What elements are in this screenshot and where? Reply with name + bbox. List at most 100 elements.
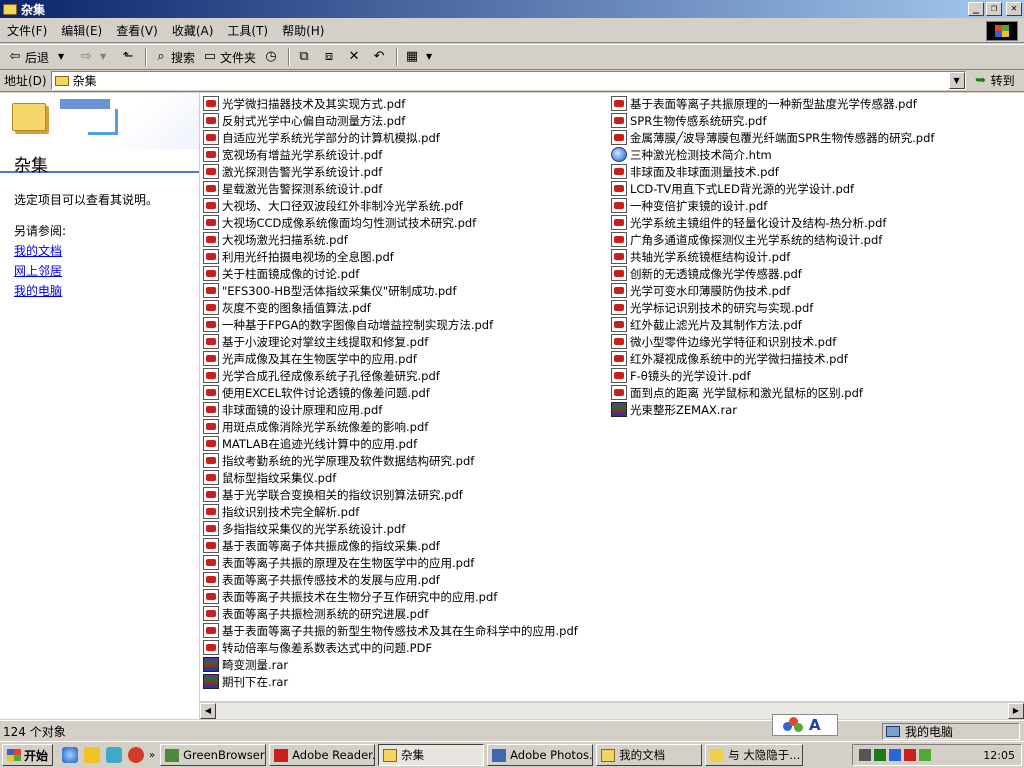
internet-explorer-icon[interactable] [62,747,79,763]
file-item[interactable]: 光学可变水印薄膜防伪技术.pdf [611,282,934,299]
close-button[interactable]: ✕ [1006,2,1022,16]
file-item[interactable]: 光学系统主镜组件的轻量化设计及结构-热分析.pdf [611,214,934,231]
task-misc-folder[interactable]: 杂集 [378,744,485,766]
scroll-track[interactable] [216,703,1008,719]
file-item[interactable]: 鼠标型指纹采集仪.pdf [203,469,578,486]
forward-button[interactable]: ⇨ ▼ [75,46,117,68]
file-item[interactable]: 光学合成孔径成像系统子孔径像差研究.pdf [203,367,578,384]
link-my-documents[interactable]: 我的文档 [0,239,199,259]
file-item[interactable]: 微小型零件边缘光学特征和识别技术.pdf [611,333,934,350]
file-item[interactable]: 一种变倍扩束镜的设计.pdf [611,197,934,214]
file-item[interactable]: 红外截止滤光片及其制作方法.pdf [611,316,934,333]
back-button[interactable]: ⇦ 后退 ▼ [4,46,75,68]
file-item[interactable]: 利用光纤拍摄电视场的全息图.pdf [203,248,578,265]
folders-button[interactable]: ▭ 文件夹 [199,46,260,68]
task-my-documents[interactable]: 我的文档 [596,744,703,766]
minimize-button[interactable]: _ [968,2,984,16]
file-item[interactable]: 使用EXCEL软件讨论透镜的像差问题.pdf [203,384,578,401]
file-item[interactable]: 宽视场有增益光学系统设计.pdf [203,146,578,163]
link-network-places[interactable]: 网上邻居 [0,259,199,279]
horizontal-scrollbar[interactable]: ◀ ▶ [200,702,1024,719]
file-item[interactable]: 红外凝视成像系统中的光学微扫描技术.pdf [611,350,934,367]
file-item[interactable]: 畸变测量.rar [203,656,578,673]
network-icon[interactable] [874,749,886,761]
file-item[interactable]: 三种激光检测技术简介.htm [611,146,934,163]
file-item[interactable]: 一种基于FPGA的数字图像自动增益控制实现方法.pdf [203,316,578,333]
quick-launch-more-icon[interactable]: » [149,750,155,761]
file-item[interactable]: 表面等离子共振的原理及在生物医学中的应用.pdf [203,554,578,571]
file-item[interactable]: 基于表面等离子共振的新型生物传感技术及其在生命科学中的应用.pdf [203,622,578,639]
file-item[interactable]: 广角多通道成像探测仪主光学系统的结构设计.pdf [611,231,934,248]
file-item[interactable]: 自适应光学系统光学部分的计算机模拟.pdf [203,129,578,146]
file-item[interactable]: 指纹考勤系统的光学原理及软件数据结构研究.pdf [203,452,578,469]
delete-button[interactable]: ✕ [343,46,368,68]
media-icon[interactable] [106,747,123,763]
file-item[interactable]: LCD-TV用直下式LED背光源的光学设计.pdf [611,180,934,197]
file-item[interactable]: 基于表面等离子体共振成像的指纹采集.pdf [203,537,578,554]
restore-button[interactable]: ❐ [986,2,1002,16]
menu-view[interactable]: 查看(V) [109,22,165,39]
menu-tools[interactable]: 工具(T) [220,22,275,39]
file-item[interactable]: 表面等离子共振检测系统的研究进展.pdf [203,605,578,622]
file-item[interactable]: 大视场、大口径双波段红外非制冷光学系统.pdf [203,197,578,214]
file-item[interactable]: 非球面镜的设计原理和应用.pdf [203,401,578,418]
file-item[interactable]: 激光探测告警光学系统设计.pdf [203,163,578,180]
start-button[interactable]: 开始 [2,744,54,766]
file-item[interactable]: 期刊下在.rar [203,673,578,690]
file-item[interactable]: 转动倍率与像差系数表达式中的问题.PDF [203,639,578,656]
file-item[interactable]: 共轴光学系统镜框结构设计.pdf [611,248,934,265]
file-item[interactable]: 表面等离子共振技术在生物分子互作研究中的应用.pdf [203,588,578,605]
file-item[interactable]: 大视场激光扫描系统.pdf [203,231,578,248]
scroll-left-button[interactable]: ◀ [200,703,216,719]
file-item[interactable]: 表面等离子共振传感技术的发展与应用.pdf [203,571,578,588]
file-item[interactable]: 大视场CCD成像系统像面均匀性测试技术研究.pdf [203,214,578,231]
volume-icon[interactable] [859,749,871,761]
antivirus-icon[interactable] [889,749,901,761]
file-item[interactable]: MATLAB在追迹光线计算中的应用.pdf [203,435,578,452]
task-document[interactable]: 与 大隐隐于... [705,744,804,766]
file-item[interactable]: 创新的无透镜成像光学传感器.pdf [611,265,934,282]
file-item[interactable]: 光学标记识别技术的研究与实现.pdf [611,299,934,316]
file-item[interactable]: 非球面及非球面测量技术.pdf [611,163,934,180]
file-item[interactable]: "EFS300-HB型活体指纹采集仪"研制成功.pdf [203,282,578,299]
file-item[interactable]: 光束整形ZEMAX.rar [611,401,934,418]
copy-to-button[interactable]: ⧈ [318,46,343,68]
search-button[interactable]: ⌕ 搜索 [150,46,199,68]
scroll-right-button[interactable]: ▶ [1008,703,1024,719]
file-item[interactable]: 用斑点成像消除光学系统像差的影响.pdf [203,418,578,435]
move-to-button[interactable]: ⧉ [293,46,318,68]
file-item[interactable]: 金属薄膜╱波导薄膜包覆光纤端面SPR生物传感器的研究.pdf [611,129,934,146]
file-item[interactable]: 基于光学联合变换相关的指纹识别算法研究.pdf [203,486,578,503]
menu-help[interactable]: 帮助(H) [275,22,331,39]
menu-favorites[interactable]: 收藏(A) [165,22,221,39]
browser-icon[interactable] [128,747,145,763]
address-dropdown-button[interactable]: ▼ [948,72,965,89]
task-adobe-reader[interactable]: Adobe Reader... [269,744,376,766]
input-tray-icon[interactable] [904,749,916,761]
file-item[interactable]: 面到点的距离 光学鼠标和激光鼠标的区别.pdf [611,384,934,401]
views-button[interactable]: ▦ ▼ [401,46,443,68]
language-bar[interactable]: A [772,714,838,736]
file-item[interactable]: 基于小波理论对掌纹主线提取和修复.pdf [203,333,578,350]
file-item[interactable]: F-θ镜头的光学设计.pdf [611,367,934,384]
update-icon[interactable] [919,749,931,761]
undo-button[interactable]: ↶ [368,46,393,68]
file-item[interactable]: 多指指纹采集仪的光学系统设计.pdf [203,520,578,537]
file-item[interactable]: SPR生物传感系统研究.pdf [611,112,934,129]
file-item[interactable]: 基于表面等离子共振原理的一种新型盐度光学传感器.pdf [611,95,934,112]
menu-file[interactable]: 文件(F) [0,22,54,39]
file-item[interactable]: 光声成像及其在生物医学中的应用.pdf [203,350,578,367]
address-input[interactable]: 杂集 ▼ [50,71,966,90]
menu-edit[interactable]: 编辑(E) [54,22,109,39]
show-desktop-icon[interactable] [84,747,101,763]
link-my-computer[interactable]: 我的电脑 [0,279,199,299]
file-item[interactable]: 光学微扫描器技术及其实现方式.pdf [203,95,578,112]
go-button[interactable]: ➥ 转到 [974,72,1014,89]
file-item[interactable]: 灰度不变的图象插值算法.pdf [203,299,578,316]
file-item[interactable]: 指纹识别技术完全解析.pdf [203,503,578,520]
up-folder-button[interactable]: ⬑ [117,46,142,68]
file-item[interactable]: 关于柱面镜成像的讨论.pdf [203,265,578,282]
file-item[interactable]: 反射式光学中心偏自动测量方法.pdf [203,112,578,129]
file-item[interactable]: 星载激光告警探测系统设计.pdf [203,180,578,197]
task-adobe-photoshop[interactable]: Adobe Photos... [487,744,594,766]
